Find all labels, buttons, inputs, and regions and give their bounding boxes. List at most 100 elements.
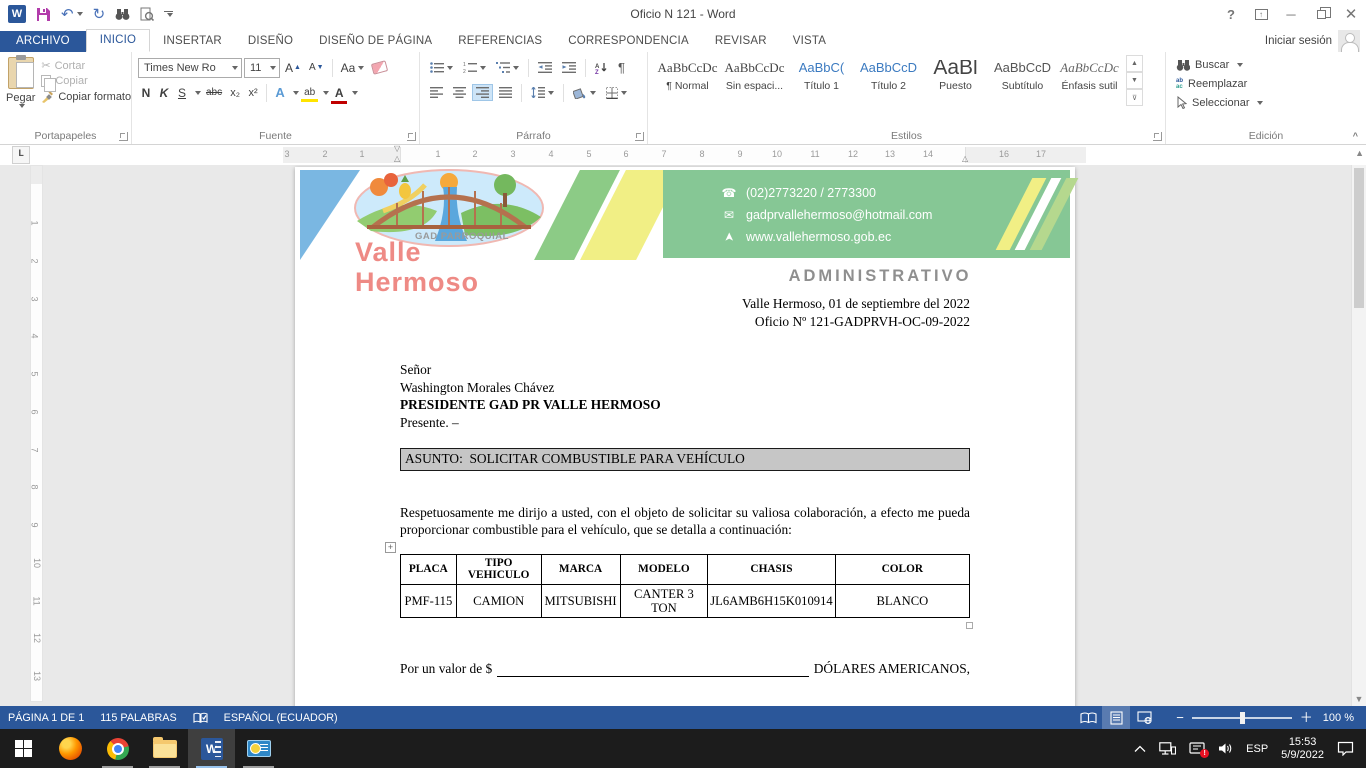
estilos-dialog-launcher[interactable] bbox=[1153, 132, 1162, 141]
line-spacing-button[interactable] bbox=[527, 84, 558, 101]
underline-button[interactable]: S bbox=[174, 85, 190, 101]
cell-placa[interactable]: PMF-115 bbox=[401, 584, 457, 617]
style-titulo-1[interactable]: AaBbC(Título 1 bbox=[788, 55, 855, 106]
hanging-indent-marker[interactable]: △ bbox=[394, 155, 400, 163]
style-subtitulo[interactable]: AaBbCcDSubtítulo bbox=[989, 55, 1056, 106]
network-icon[interactable] bbox=[1159, 742, 1176, 755]
borders-caret-icon[interactable] bbox=[621, 91, 627, 95]
cell-tipo[interactable]: CAMION bbox=[456, 584, 541, 617]
change-case-button[interactable]: Aa bbox=[338, 60, 368, 76]
header-modelo[interactable]: MODELO bbox=[620, 554, 708, 584]
print-layout-button[interactable] bbox=[1102, 706, 1130, 729]
align-right-button[interactable] bbox=[472, 84, 493, 101]
cell-color[interactable]: BLANCO bbox=[835, 584, 969, 617]
tab-stop-selector[interactable]: L bbox=[12, 146, 30, 164]
table-move-handle[interactable] bbox=[385, 542, 396, 553]
header-color[interactable]: COLOR bbox=[835, 554, 969, 584]
highlight-color-button[interactable]: ab bbox=[301, 86, 318, 99]
bullets-caret-icon[interactable] bbox=[447, 66, 453, 70]
help-button[interactable]: ? bbox=[1216, 2, 1246, 26]
tab-correspondencia[interactable]: CORRESPONDENCIA bbox=[555, 31, 702, 52]
select-button[interactable]: Seleccionar bbox=[1176, 93, 1362, 112]
replace-button[interactable]: abac Reemplazar bbox=[1176, 74, 1362, 93]
highlight-caret-icon[interactable] bbox=[323, 91, 329, 95]
tab-diseno-de-pagina[interactable]: DISEÑO DE PÁGINA bbox=[306, 31, 445, 52]
action-center-button[interactable] bbox=[1337, 741, 1354, 756]
numbering-caret-icon[interactable] bbox=[480, 66, 486, 70]
cell-chasis[interactable]: JL6AMB6H15K010914 bbox=[708, 584, 835, 617]
styles-scroll-up-button[interactable]: ▲ bbox=[1126, 55, 1143, 72]
document-page[interactable]: GAD PARROQUIAL Valle Hermoso ☎(02)277322… bbox=[295, 167, 1075, 706]
collapse-ribbon-button[interactable]: ^ bbox=[1353, 131, 1358, 141]
italic-button[interactable]: K bbox=[156, 85, 172, 101]
minimize-button[interactable]: ─ bbox=[1276, 2, 1306, 26]
tab-insertar[interactable]: INSERTAR bbox=[150, 31, 235, 52]
justify-button[interactable] bbox=[495, 84, 516, 101]
decrease-indent-button[interactable] bbox=[534, 59, 556, 76]
zoom-in-button[interactable]: ＋ bbox=[1300, 711, 1313, 724]
shading-button[interactable] bbox=[569, 84, 600, 102]
volume-icon[interactable] bbox=[1218, 742, 1233, 755]
tab-vista[interactable]: VISTA bbox=[780, 31, 839, 52]
page-indicator[interactable]: PÁGINA 1 DE 1 bbox=[0, 706, 92, 729]
taskbar-chrome[interactable] bbox=[94, 729, 141, 768]
clear-formatting-button[interactable] bbox=[369, 61, 390, 74]
font-color-caret-icon[interactable] bbox=[352, 91, 358, 95]
tab-diseno[interactable]: DISEÑO bbox=[235, 31, 306, 52]
paste-button[interactable]: Pegar bbox=[6, 55, 35, 128]
zoom-track[interactable] bbox=[1192, 717, 1292, 719]
first-line-indent-marker[interactable]: ▽ bbox=[394, 145, 400, 153]
taskbar-word[interactable]: W bbox=[188, 729, 235, 768]
text-effects-caret-icon[interactable] bbox=[293, 91, 299, 95]
paste-caret-icon[interactable] bbox=[19, 104, 25, 108]
cell-modelo[interactable]: CANTER 3 TON bbox=[620, 584, 708, 617]
style-sin-espaciado[interactable]: AaBbCcDcSin espaci... bbox=[721, 55, 788, 106]
styles-scroll-down-button[interactable]: ▼ bbox=[1126, 72, 1143, 89]
grow-font-button[interactable]: A▲ bbox=[282, 60, 304, 76]
header-placa[interactable]: PLACA bbox=[401, 554, 457, 584]
language-indicator[interactable]: ESPAÑOL (ECUADOR) bbox=[216, 706, 346, 729]
zoom-thumb[interactable] bbox=[1240, 712, 1245, 724]
tab-referencias[interactable]: REFERENCIAS bbox=[445, 31, 555, 52]
header-chasis[interactable]: CHASIS bbox=[708, 554, 835, 584]
cut-button[interactable]: ✂Cortar bbox=[41, 59, 131, 72]
align-left-button[interactable] bbox=[426, 84, 447, 101]
scroll-down-arrow[interactable]: ▼ bbox=[1352, 694, 1366, 704]
proofing-status[interactable] bbox=[185, 706, 216, 729]
style-enfasis-sutil[interactable]: AaBbCcDcÉnfasis sutil bbox=[1056, 55, 1123, 106]
numbering-button[interactable]: 12 bbox=[459, 59, 490, 76]
multilevel-list-button[interactable] bbox=[492, 59, 523, 76]
style-normal[interactable]: AaBbCcDc¶ Normal bbox=[654, 55, 721, 106]
table-resize-handle[interactable] bbox=[966, 622, 973, 629]
header-marca[interactable]: MARCA bbox=[541, 554, 620, 584]
parrafo-dialog-launcher[interactable] bbox=[635, 132, 644, 141]
sign-in[interactable]: Iniciar sesión bbox=[1265, 30, 1366, 52]
style-puesto[interactable]: AaBlPuesto bbox=[922, 55, 989, 106]
scroll-up-arrow[interactable]: ▲ bbox=[1355, 148, 1364, 158]
horizontal-ruler[interactable]: 3 2 1 1 2 3 4 5 6 7 8 9 10 11 12 13 14 1… bbox=[283, 147, 1086, 163]
borders-button[interactable] bbox=[602, 84, 631, 102]
sort-button[interactable]: AZ bbox=[591, 59, 612, 77]
clock[interactable]: 15:53 5/9/2022 bbox=[1281, 736, 1324, 762]
vertical-scrollbar[interactable]: ▼ bbox=[1351, 165, 1366, 706]
select-caret-icon[interactable] bbox=[1257, 101, 1263, 105]
ribbon-display-options-button[interactable]: ↑ bbox=[1246, 2, 1276, 26]
tab-inicio[interactable]: INICIO bbox=[86, 29, 150, 52]
fuente-dialog-launcher[interactable] bbox=[407, 132, 416, 141]
portapapeles-dialog-launcher[interactable] bbox=[119, 132, 128, 141]
taskbar-file-explorer[interactable] bbox=[141, 729, 188, 768]
vertical-ruler[interactable]: 1 2 3 4 5 6 7 8 9 10 11 12 13 bbox=[30, 165, 43, 702]
web-layout-button[interactable] bbox=[1130, 706, 1158, 729]
align-center-button[interactable] bbox=[449, 84, 470, 101]
strikethrough-button[interactable]: abc bbox=[203, 86, 225, 99]
tab-archivo[interactable]: ARCHIVO bbox=[0, 31, 86, 52]
subscript-button[interactable]: x₂ bbox=[227, 86, 243, 100]
text-effects-button[interactable]: A bbox=[272, 84, 288, 101]
start-button[interactable] bbox=[0, 729, 47, 768]
notification-badge-icon[interactable] bbox=[1189, 742, 1205, 755]
taskbar-control-panel[interactable] bbox=[235, 729, 282, 768]
close-button[interactable]: ✕ bbox=[1336, 2, 1366, 26]
read-mode-button[interactable] bbox=[1074, 706, 1102, 729]
shading-caret-icon[interactable] bbox=[590, 91, 596, 95]
zoom-percentage[interactable]: 100 % bbox=[1323, 712, 1366, 724]
